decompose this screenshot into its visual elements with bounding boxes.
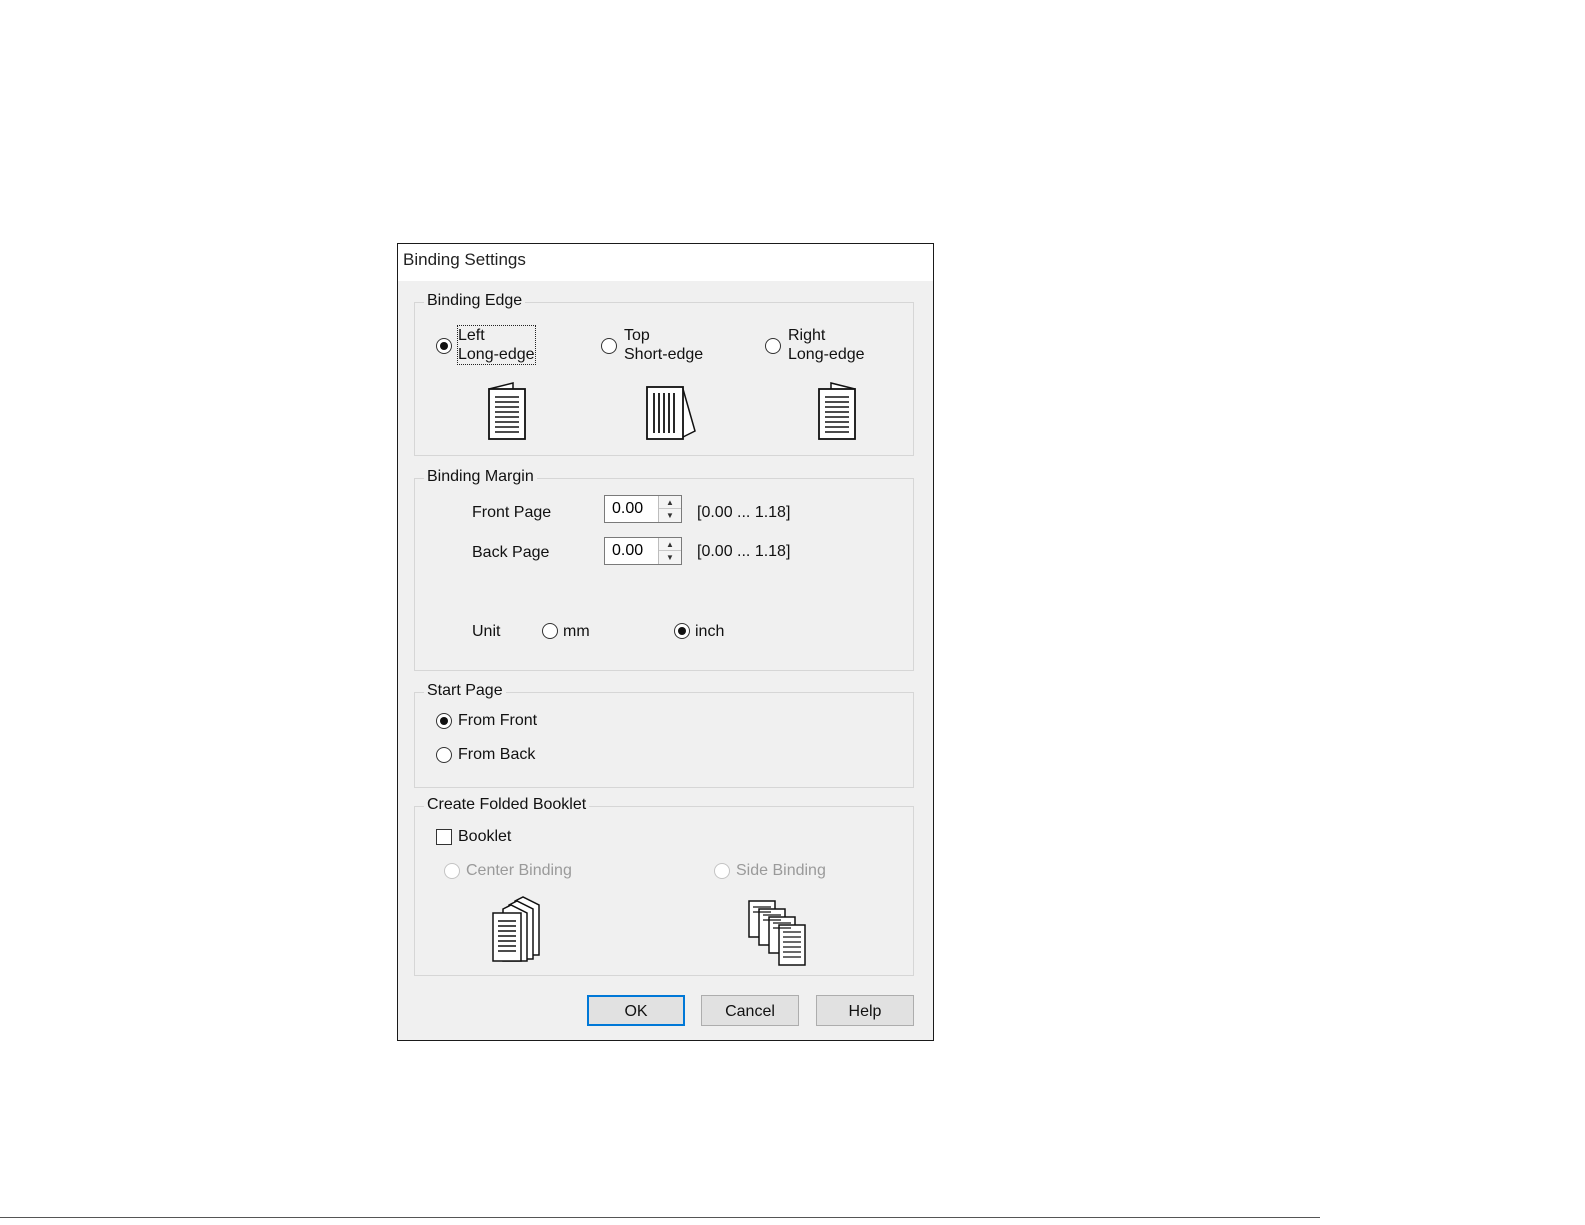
binding-margin-legend: Binding Margin: [424, 468, 537, 486]
back-page-value[interactable]: 0.00: [612, 542, 643, 560]
back-page-spin-buttons: ▲ ▼: [658, 538, 681, 564]
front-page-stepper[interactable]: 0.00 ▲ ▼: [604, 495, 682, 523]
from-front-label[interactable]: From Front: [458, 711, 537, 730]
label-right-long: Long-edge: [788, 346, 865, 363]
label-right-long-edge[interactable]: Right Long-edge: [788, 326, 865, 364]
back-page-range: [0.00 ... 1.18]: [697, 543, 791, 560]
side-binding-label[interactable]: Side Binding: [736, 861, 826, 880]
folded-booklet-legend: Create Folded Booklet: [424, 796, 590, 814]
folded-booklet-group: Create Folded Booklet Booklet Center Bin…: [414, 796, 914, 976]
help-button[interactable]: Help: [816, 995, 914, 1026]
radio-center-binding[interactable]: [444, 863, 460, 879]
unit-mm-label[interactable]: mm: [563, 622, 590, 641]
booklet-checkbox[interactable]: [436, 829, 452, 845]
booklet-label[interactable]: Booklet: [458, 827, 511, 846]
binding-edge-legend: Binding Edge: [424, 292, 526, 310]
ok-button[interactable]: OK: [587, 995, 685, 1026]
front-page-value[interactable]: 0.00: [612, 500, 643, 518]
start-page-legend: Start Page: [424, 682, 506, 700]
radio-unit-mm[interactable]: [542, 623, 558, 639]
back-page-stepper[interactable]: 0.00 ▲ ▼: [604, 537, 682, 565]
right-binding-page-icon: [818, 382, 856, 440]
radio-right-long-edge[interactable]: [765, 338, 781, 354]
binding-edge-group: Binding Edge Left Long-edge Top Short-ed…: [414, 292, 914, 456]
radio-left-long-edge[interactable]: [436, 338, 452, 354]
start-page-group: Start Page From Front From Back: [414, 682, 914, 788]
binding-margin-group: Binding Margin Front Page 0.00 ▲ ▼ [0.00…: [414, 468, 914, 671]
center-binding-label[interactable]: Center Binding: [466, 861, 572, 880]
dialog-titlebar: Binding Settings: [398, 244, 933, 281]
label-short-edge: Short-edge: [624, 346, 704, 363]
center-binding-booklet-icon: [492, 896, 540, 962]
unit-label: Unit: [472, 623, 501, 640]
radio-top-short-edge[interactable]: [601, 338, 617, 354]
back-page-down-arrow-icon[interactable]: ▼: [659, 551, 681, 564]
top-binding-page-icon: [646, 386, 696, 440]
radio-unit-inch[interactable]: [674, 623, 690, 639]
left-binding-page-icon: [488, 382, 526, 440]
dialog-title: Binding Settings: [403, 250, 526, 269]
label-top: Top: [624, 327, 650, 344]
label-right: Right: [788, 327, 826, 344]
unit-inch-label[interactable]: inch: [695, 622, 724, 641]
label-left: Left: [458, 327, 485, 344]
back-page-up-arrow-icon[interactable]: ▲: [659, 538, 681, 551]
radio-from-front[interactable]: [436, 713, 452, 729]
from-back-label[interactable]: From Back: [458, 745, 535, 764]
binding-settings-dialog: Binding Settings Binding Edge Left Long-…: [397, 243, 934, 1041]
cancel-button[interactable]: Cancel: [701, 995, 799, 1026]
radio-side-binding[interactable]: [714, 863, 730, 879]
label-left-long-edge[interactable]: Left Long-edge: [457, 325, 536, 365]
side-binding-booklet-icon: [748, 900, 806, 966]
front-page-range: [0.00 ... 1.18]: [697, 504, 791, 521]
label-long-edge: Long-edge: [458, 346, 535, 363]
label-top-short-edge[interactable]: Top Short-edge: [624, 326, 703, 364]
front-page-down-arrow-icon[interactable]: ▼: [659, 509, 681, 522]
front-page-spin-buttons: ▲ ▼: [658, 496, 681, 522]
page-bottom-rule: [0, 1217, 1320, 1218]
front-page-up-arrow-icon[interactable]: ▲: [659, 496, 681, 509]
radio-from-back[interactable]: [436, 747, 452, 763]
front-page-label: Front Page: [472, 504, 552, 521]
back-page-label: Back Page: [472, 544, 550, 561]
